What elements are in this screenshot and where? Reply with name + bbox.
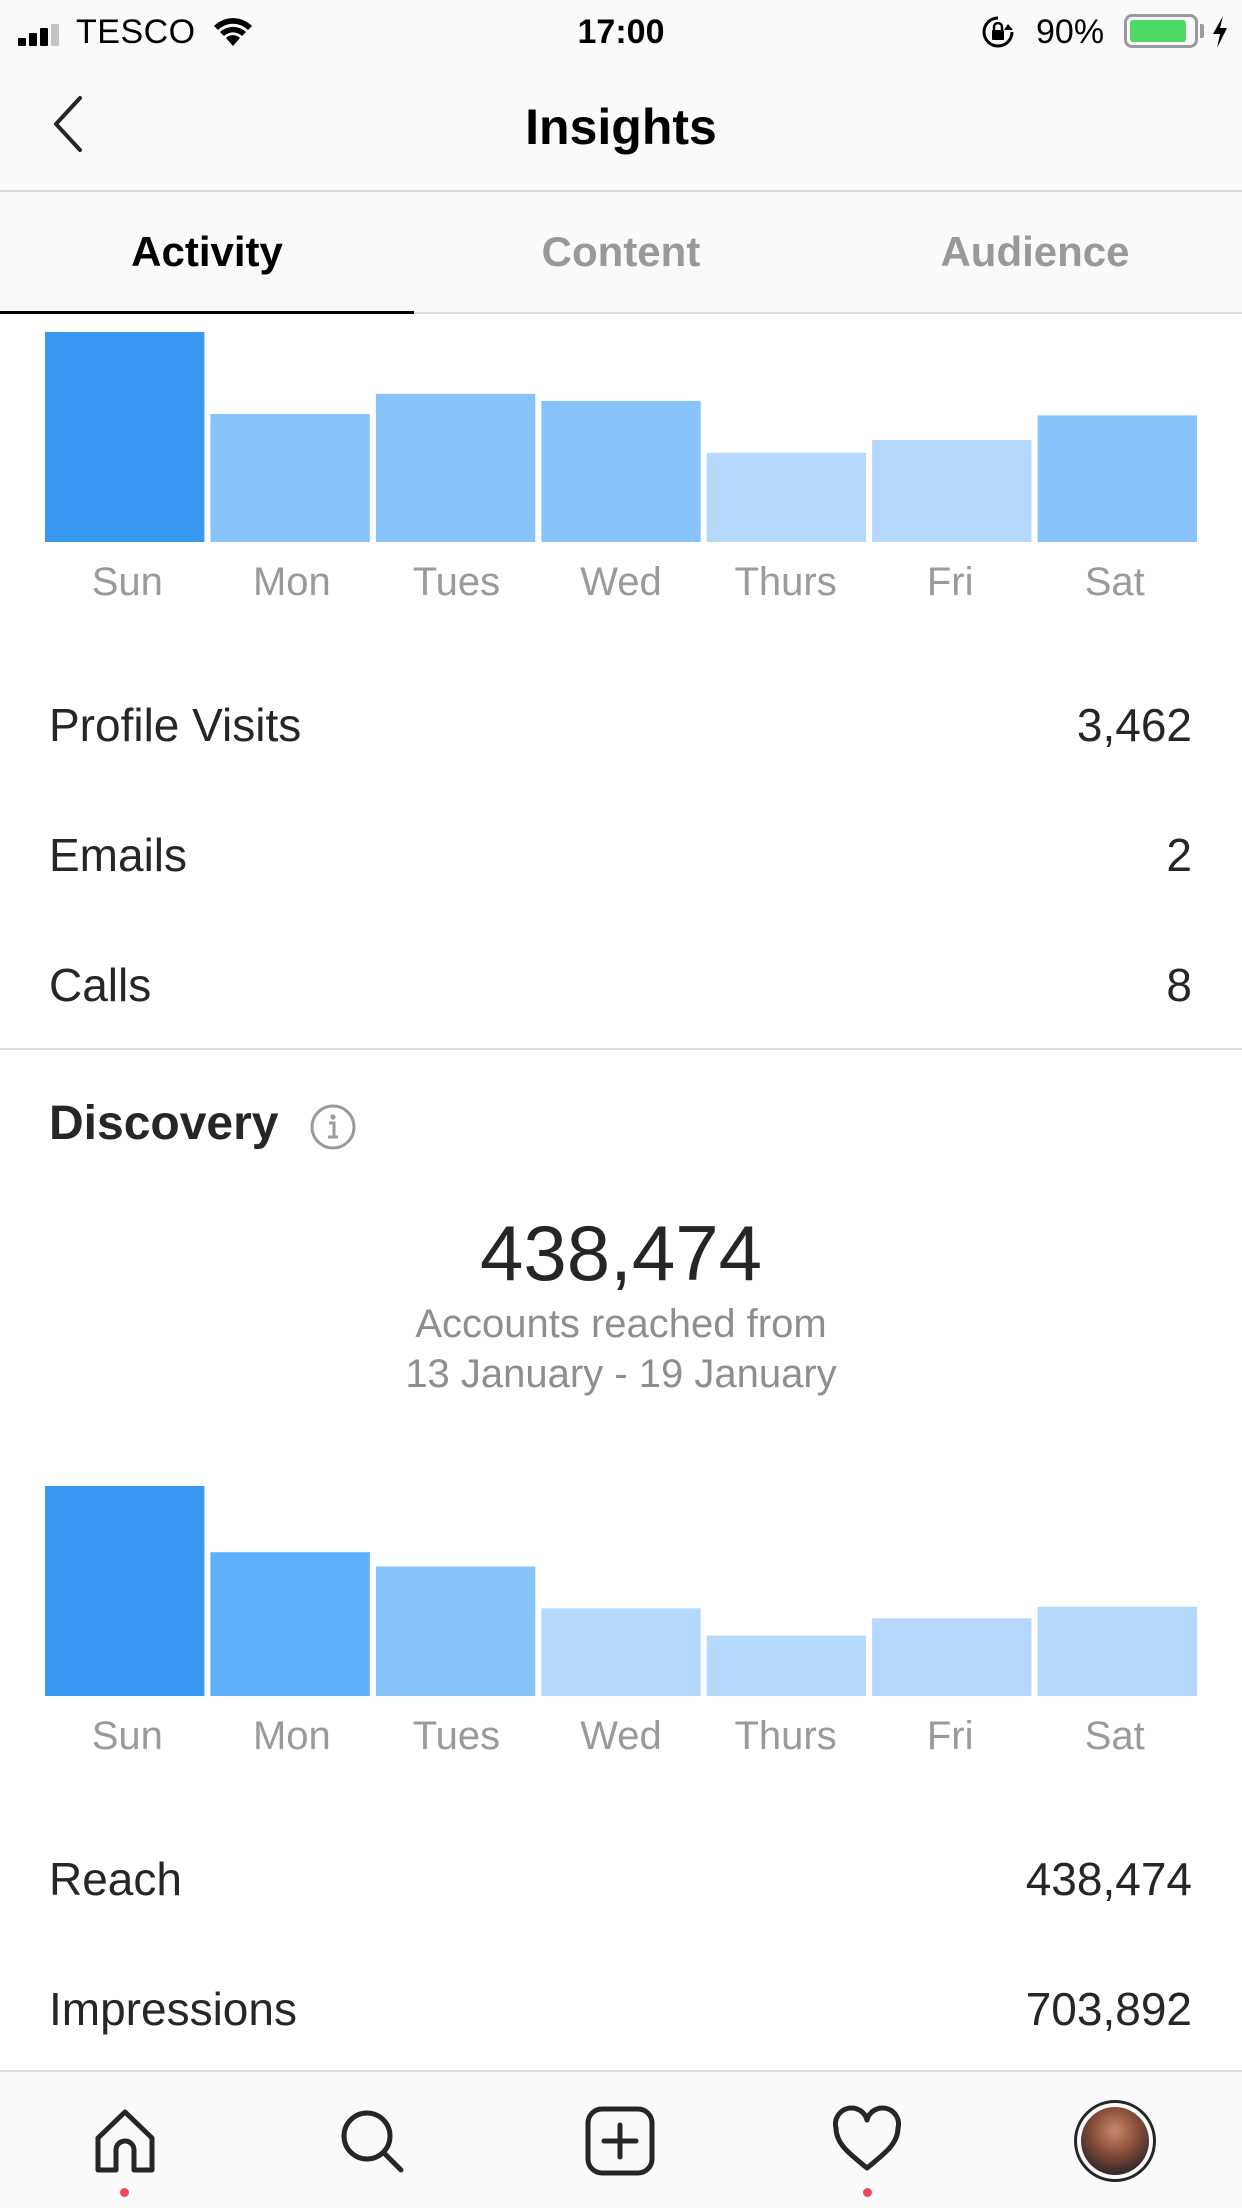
avatar	[1074, 2100, 1156, 2182]
stat-value: 438,474	[1025, 1853, 1192, 1905]
date-range-caption: 13 January - 19 January	[405, 1352, 837, 1396]
activity-bar-wed[interactable]	[541, 401, 701, 542]
discovery-bar-tues[interactable]	[375, 1566, 536, 1697]
activity-chart	[45, 332, 1197, 542]
stat-value: 703,892	[1025, 1983, 1192, 2035]
day-label: Fri	[926, 560, 974, 604]
stat-label: Emails	[49, 829, 188, 881]
activity-day-labels: Sun Mon Tues Wed Thurs Fri Sat	[45, 560, 1197, 605]
battery-percent: 90%	[1036, 13, 1105, 51]
activity-bar-thurs[interactable]	[706, 452, 867, 542]
heart-icon	[833, 2105, 901, 2171]
day-label: Mon	[252, 1714, 331, 1758]
day-label: Fri	[926, 1714, 974, 1758]
activity-bar-sat[interactable]	[1037, 415, 1197, 542]
activity-bar-sun[interactable]	[45, 332, 205, 542]
home-notification-dot	[120, 2188, 129, 2197]
activity-bar-mon[interactable]	[210, 414, 370, 542]
discovery-bar-mon[interactable]	[210, 1552, 370, 1696]
discovery-bar-sun[interactable]	[45, 1486, 205, 1696]
stat-row-reach[interactable]: Reach 438,474	[0, 1814, 1242, 1944]
stat-label: Reach	[49, 1853, 182, 1905]
stat-value: 8	[1166, 959, 1192, 1011]
tab-activity[interactable]: Activity	[0, 192, 414, 314]
stat-row-calls[interactable]: Calls 8	[0, 920, 1242, 1050]
battery-tip	[1200, 24, 1204, 38]
home-tab[interactable]	[80, 2096, 170, 2186]
day-label: Tues	[412, 560, 501, 604]
day-label: Sun	[91, 1714, 163, 1758]
orientation-lock-icon	[982, 16, 1014, 48]
nav-header: Insights	[0, 62, 1242, 192]
day-label: Thurs	[734, 1714, 837, 1758]
discovery-bar-thurs[interactable]	[706, 1635, 867, 1696]
search-icon	[341, 2110, 404, 2173]
add-post-icon	[585, 2106, 655, 2176]
discovery-chart	[45, 1486, 1197, 1696]
day-label: Tues	[412, 1714, 501, 1758]
day-label: Wed	[580, 1714, 662, 1758]
stat-label: Calls	[49, 959, 152, 1011]
discovery-bar-sat[interactable]	[1037, 1606, 1197, 1696]
day-label: Mon	[252, 560, 331, 604]
activity-bar-tues[interactable]	[375, 393, 536, 542]
tab-audience[interactable]: Audience	[828, 192, 1242, 312]
info-icon[interactable]	[308, 1102, 358, 1152]
activity-tab[interactable]	[822, 2096, 912, 2186]
status-bar: TESCO 17:00 90%	[0, 0, 1242, 62]
charging-bolt-icon	[1213, 16, 1227, 48]
stat-value: 2	[1166, 829, 1192, 881]
stat-row-emails[interactable]: Emails 2	[0, 790, 1242, 920]
accounts-reached-caption: Accounts reached from	[415, 1302, 827, 1346]
stat-value: 3,462	[1076, 699, 1192, 751]
discovery-bar-wed[interactable]	[541, 1608, 701, 1696]
day-label: Sat	[1084, 560, 1145, 604]
profile-tab[interactable]	[1070, 2096, 1160, 2186]
day-label: Sun	[91, 560, 163, 604]
discovery-bar-fri[interactable]	[872, 1618, 1032, 1696]
discovery-day-labels: Sun Mon Tues Wed Thurs Fri Sat	[45, 1714, 1197, 1759]
accounts-reached-number: 438,474	[480, 1209, 762, 1297]
tab-content[interactable]: Content	[414, 192, 828, 312]
new-post-tab[interactable]	[575, 2096, 665, 2186]
page-title: Insights	[525, 99, 717, 155]
stat-row-impressions[interactable]: Impressions 703,892	[0, 1944, 1242, 2074]
activity-bar-fri[interactable]	[872, 439, 1032, 542]
day-label: Thurs	[734, 560, 837, 604]
stat-label: Profile Visits	[49, 699, 302, 751]
section-title-discovery: Discovery	[49, 1097, 279, 1150]
avatar-photo	[1081, 2107, 1149, 2175]
stat-row-profile-visits[interactable]: Profile Visits 3,462	[0, 660, 1242, 790]
day-label: Wed	[580, 560, 662, 604]
day-label: Sat	[1084, 1714, 1145, 1758]
bottom-tab-bar	[0, 2070, 1242, 2208]
home-icon	[95, 2109, 155, 2173]
stat-label: Impressions	[49, 1983, 297, 2035]
search-tab[interactable]	[327, 2096, 417, 2186]
activity-notification-dot	[863, 2188, 872, 2197]
insights-tabs: Activity Content Audience	[0, 192, 1242, 314]
battery-icon	[1124, 14, 1198, 48]
section-divider	[0, 1048, 1242, 1050]
